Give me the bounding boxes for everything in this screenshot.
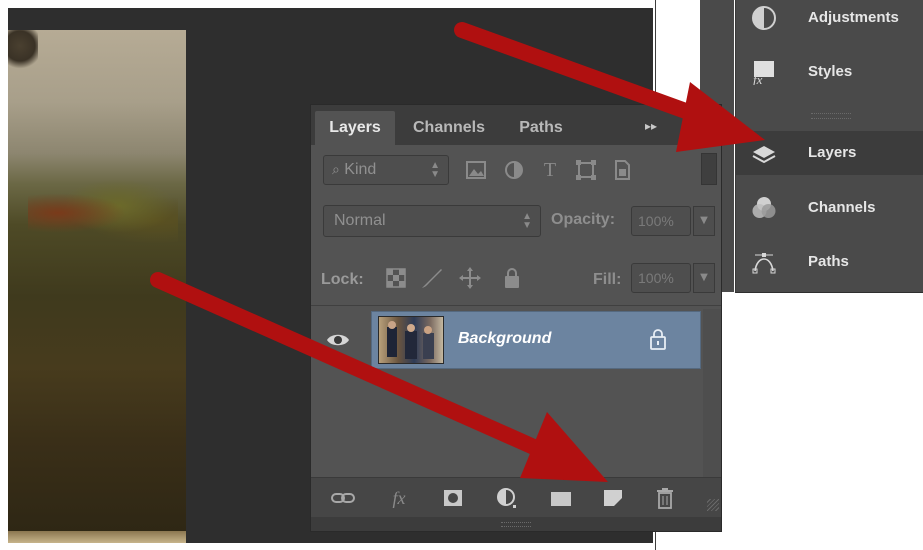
lock-image-pixels-icon[interactable] [419, 265, 445, 291]
select-arrows-icon: ▲ ▼ [430, 160, 440, 180]
blend-mode-select[interactable]: Normal ▲ ▼ [323, 205, 541, 237]
opacity-input[interactable]: 100% [631, 206, 691, 236]
dock-item-paths[interactable]: Paths [736, 240, 923, 284]
panel-resize-grip[interactable] [707, 499, 719, 511]
dock-item-label: Channels [808, 199, 876, 216]
filter-toggle-switch[interactable] [701, 153, 717, 185]
layer-selection-highlight[interactable]: Background [371, 311, 701, 369]
dock-item-label: Paths [808, 253, 849, 270]
smart-object-filter-icon[interactable] [609, 157, 635, 183]
fill-label: Fill: [593, 271, 622, 288]
layers-icon [752, 146, 776, 164]
lock-transparent-pixels-icon[interactable] [383, 265, 409, 291]
dock-item-label: Styles [808, 63, 853, 80]
panel-separator [311, 305, 721, 306]
eye-visibility-icon[interactable] [325, 327, 351, 353]
link-layers-icon[interactable] [329, 486, 357, 510]
lock-all-icon[interactable] [499, 265, 525, 291]
opacity-dropdown-button[interactable]: ▼ [693, 206, 715, 236]
image-foliage-detail [28, 178, 178, 248]
layer-list-scrollbar[interactable] [703, 309, 721, 479]
dock-item-adjustments[interactable]: Adjustments [736, 0, 923, 40]
channels-icon [752, 197, 776, 218]
add-mask-icon[interactable] [439, 486, 467, 510]
panel-menu-button[interactable]: ▸▸ [645, 119, 657, 133]
tab-channels[interactable]: Channels [399, 111, 499, 145]
shape-filter-icon[interactable] [573, 157, 599, 183]
dock-item-label: Adjustments [808, 9, 899, 26]
search-icon: ⌕ [332, 161, 340, 177]
panel-bottom-bar[interactable] [311, 517, 721, 531]
select-arrows-icon: ▲ ▼ [522, 211, 532, 231]
image-bottom-edge [8, 531, 186, 543]
filter-kind-label: Kind [344, 161, 377, 178]
dock-item-channels[interactable]: Channels [736, 186, 923, 230]
lock-label: Lock: [321, 271, 364, 288]
adjustments-icon [752, 6, 776, 30]
paths-icon [752, 253, 776, 274]
fill-input[interactable]: 100% [631, 263, 691, 293]
adjustment-layer-icon[interactable] [493, 486, 521, 510]
styles-fx-icon: fx [753, 61, 774, 85]
layer-thumbnail-image [387, 321, 434, 359]
trash-icon[interactable] [651, 486, 679, 510]
layers-bottom-toolbar: fx [311, 477, 721, 518]
filter-kind-select[interactable]: ⌕ Kind ▲ ▼ [323, 155, 449, 185]
lock-icon [650, 329, 666, 350]
fx-icon[interactable]: fx [385, 486, 413, 510]
tab-paths[interactable]: Paths [505, 111, 577, 145]
layer-row-background[interactable]: Background [311, 309, 701, 369]
image-tree-detail [8, 30, 38, 70]
layers-panel: Layers Channels Paths ▸▸ ⌕ Kind ▲ ▼ T Nor… [310, 104, 722, 532]
lock-position-icon[interactable] [457, 265, 483, 291]
document-image [8, 30, 186, 543]
type-filter-icon[interactable]: T [537, 157, 563, 183]
blend-mode-value: Normal [334, 212, 386, 229]
dock-item-styles[interactable]: fx Styles [736, 50, 923, 94]
layer-thumbnail [378, 316, 444, 364]
new-layer-icon[interactable] [599, 486, 627, 510]
image-filter-icon[interactable] [463, 157, 489, 183]
fill-dropdown-button[interactable]: ▼ [693, 263, 715, 293]
opacity-label: Opacity: [551, 211, 616, 228]
dock-item-layers[interactable]: Layers [736, 131, 923, 175]
group-folder-icon[interactable] [547, 486, 575, 510]
svg-text:fx: fx [753, 72, 763, 85]
adjustment-filter-icon[interactable] [501, 157, 527, 183]
layer-name[interactable]: Background [458, 330, 551, 348]
dock-section-grip[interactable] [811, 113, 851, 119]
dock-item-label: Layers [808, 144, 857, 161]
tab-layers[interactable]: Layers [315, 111, 395, 145]
right-dock-panel: Adjustments fx Styles Layers Channels Pa… [735, 0, 923, 293]
